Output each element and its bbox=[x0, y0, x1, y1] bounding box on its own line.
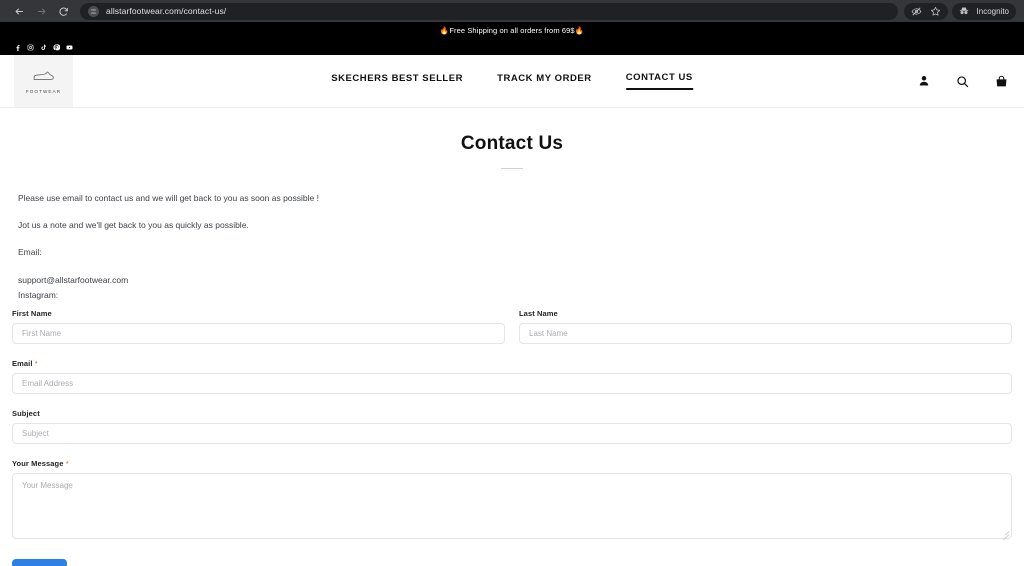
instagram-icon[interactable] bbox=[27, 44, 34, 51]
back-arrow-icon[interactable] bbox=[8, 2, 30, 20]
message-field-label: Your Message * bbox=[12, 459, 1012, 468]
page-title: Contact Us bbox=[460, 133, 564, 154]
message-label-text: Your Message bbox=[12, 459, 64, 469]
announcement-bar: 🔥Free Shipping on all orders from 69$🔥 bbox=[0, 22, 1024, 39]
browser-actions: Incognito bbox=[903, 2, 1016, 20]
subject-field: Subject bbox=[12, 409, 1012, 445]
send-button[interactable]: SEND bbox=[12, 559, 67, 566]
facebook-icon[interactable] bbox=[14, 44, 21, 51]
nav-item-track-my-order[interactable]: TRACK MY ORDER bbox=[497, 73, 592, 89]
search-icon[interactable] bbox=[956, 75, 969, 88]
contact-form: First Name Last Name Email * Subject You… bbox=[12, 309, 1012, 566]
message-field: Your Message * bbox=[12, 459, 1012, 541]
youtube-icon[interactable] bbox=[66, 44, 73, 51]
announcement-text: 🔥Free Shipping on all orders from 69$🔥 bbox=[439, 26, 585, 35]
logo-wordmark: FOOTWEAR bbox=[25, 88, 62, 94]
cart-bag-icon[interactable] bbox=[995, 75, 1008, 88]
subject-input[interactable] bbox=[12, 423, 1012, 445]
main-navigation: SKECHERS BEST SELLER TRACK MY ORDER CONT… bbox=[331, 72, 693, 90]
browser-toolbar: allstarfootwear.com/contact-us/ Incognit… bbox=[0, 0, 1024, 22]
email-label-text: Email bbox=[12, 359, 33, 369]
last-name-input[interactable] bbox=[519, 323, 1012, 345]
shoe-icon bbox=[33, 69, 55, 87]
reload-icon[interactable] bbox=[52, 2, 74, 20]
incognito-label: Incognito bbox=[976, 6, 1009, 16]
account-icon[interactable] bbox=[918, 75, 930, 87]
email-field-label: Email * bbox=[12, 359, 1012, 368]
first-name-field: First Name bbox=[12, 309, 505, 345]
first-name-label: First Name bbox=[12, 309, 52, 319]
message-textarea[interactable] bbox=[12, 473, 1012, 540]
tiktok-icon[interactable] bbox=[40, 44, 47, 51]
social-links-bar bbox=[0, 39, 1024, 55]
first-name-input[interactable] bbox=[12, 323, 505, 345]
page-actions-group bbox=[903, 2, 948, 20]
url-text: allstarfootwear.com/contact-us/ bbox=[106, 6, 227, 16]
last-name-label: Last Name bbox=[519, 309, 558, 319]
subject-label: Subject bbox=[12, 409, 40, 419]
email-field: Email * bbox=[12, 359, 1012, 395]
incognito-icon bbox=[959, 6, 969, 16]
email-required-mark: * bbox=[34, 359, 38, 369]
instagram-label: Instagram: bbox=[18, 289, 59, 300]
site-logo[interactable]: FOOTWEAR bbox=[14, 55, 73, 107]
intro-paragraph-2: Jot us a note and we'll get back to you … bbox=[18, 220, 249, 231]
last-name-field: Last Name bbox=[519, 309, 1012, 345]
star-icon[interactable] bbox=[930, 6, 941, 17]
forward-arrow-icon[interactable] bbox=[30, 2, 52, 20]
intro-text: Please use email to contact us and we wi… bbox=[12, 193, 1012, 230]
header-action-icons bbox=[918, 55, 1024, 107]
email-label: Email: bbox=[18, 247, 42, 258]
page-content: Contact Us Please use email to contact u… bbox=[0, 133, 1024, 566]
nav-item-contact-us[interactable]: CONTACT US bbox=[625, 72, 693, 90]
email-input[interactable] bbox=[12, 373, 1012, 395]
site-header: FOOTWEAR SKECHERS BEST SELLER TRACK MY O… bbox=[0, 55, 1024, 108]
eye-slash-icon[interactable] bbox=[911, 6, 922, 17]
tune-icon[interactable] bbox=[88, 5, 99, 17]
pinterest-icon[interactable] bbox=[53, 43, 60, 51]
nav-item-skechers-best-seller[interactable]: SKECHERS BEST SELLER bbox=[331, 73, 463, 89]
message-required-mark: * bbox=[65, 459, 69, 469]
incognito-badge[interactable]: Incognito bbox=[951, 2, 1016, 20]
address-bar[interactable]: allstarfootwear.com/contact-us/ bbox=[80, 2, 898, 20]
contact-details: Email: support@allstarfootwear.com Insta… bbox=[18, 247, 1012, 300]
name-field-row: First Name Last Name bbox=[12, 309, 1012, 359]
intro-paragraph-1: Please use email to contact us and we wi… bbox=[18, 193, 319, 203]
title-divider bbox=[501, 168, 523, 169]
message-textarea-wrapper bbox=[12, 473, 1012, 541]
email-address: support@allstarfootwear.com bbox=[18, 275, 129, 285]
